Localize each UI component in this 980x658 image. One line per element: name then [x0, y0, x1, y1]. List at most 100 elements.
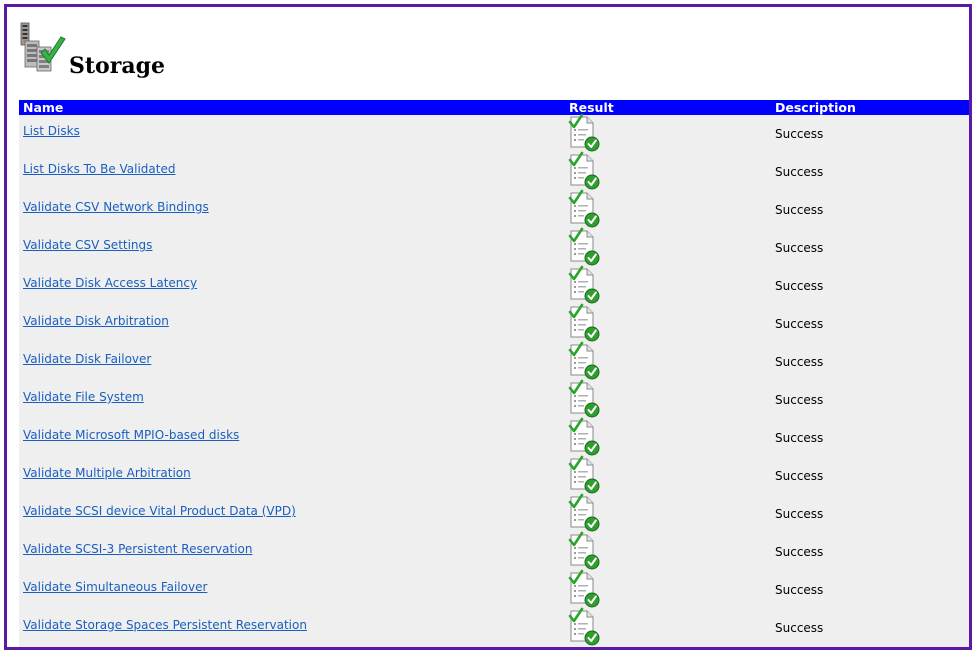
cell-description: Success — [771, 495, 969, 533]
table-row: Validate CSV Network Bindings Success — [19, 189, 969, 229]
success-report-icon — [565, 227, 605, 267]
test-name-link[interactable]: List Disks — [23, 124, 80, 138]
cell-result — [565, 265, 771, 305]
status-text: Success — [775, 545, 824, 559]
column-header-name: Name — [19, 100, 565, 115]
test-name-link[interactable]: Validate Disk Arbitration — [23, 314, 169, 328]
table-row: Validate Simultaneous Failover Success — [19, 569, 969, 609]
section-header: Storage — [19, 21, 419, 91]
cell-name: Validate CSV Network Bindings — [19, 191, 565, 229]
cell-name: Validate CSV Settings — [19, 229, 565, 267]
success-report-icon — [565, 531, 605, 571]
status-text: Success — [775, 317, 824, 331]
cell-description: Success — [771, 267, 969, 305]
success-report-icon — [565, 341, 605, 381]
table-row: Validate Disk Arbitration Success — [19, 303, 969, 343]
cell-name: Validate SCSI device Vital Product Data … — [19, 495, 565, 533]
status-text: Success — [775, 621, 824, 635]
test-name-link[interactable]: Validate CSV Settings — [23, 238, 152, 252]
test-name-link[interactable]: Validate Disk Access Latency — [23, 276, 197, 290]
cell-description: Success — [771, 533, 969, 571]
table-row: Validate CSV Settings Success — [19, 227, 969, 267]
test-name-link[interactable]: Validate SCSI-3 Persistent Reservation — [23, 542, 252, 556]
table-body: List Disks Success List Disks To Be Valida… — [19, 113, 969, 647]
table-row: Validate File System Success — [19, 379, 969, 419]
test-name-link[interactable]: Validate Multiple Arbitration — [23, 466, 191, 480]
success-report-icon — [565, 189, 605, 229]
success-report-icon — [565, 265, 605, 305]
cell-result — [565, 417, 771, 457]
page-title: Storage — [69, 53, 165, 79]
cell-name: List Disks — [19, 115, 565, 153]
column-header-description: Description — [771, 100, 969, 115]
status-text: Success — [775, 127, 824, 141]
cell-description: Success — [771, 457, 969, 495]
cell-result — [565, 341, 771, 381]
cell-name: Validate Storage Spaces Persistent Reser… — [19, 609, 565, 647]
test-name-link[interactable]: Validate SCSI device Vital Product Data … — [23, 504, 296, 518]
cell-description: Success — [771, 229, 969, 267]
test-name-link[interactable]: Validate Storage Spaces Persistent Reser… — [23, 618, 307, 632]
table-row: Validate Multiple Arbitration Success — [19, 455, 969, 495]
table-row: Validate Microsoft MPIO-based disks Succe… — [19, 417, 969, 457]
cell-description: Success — [771, 571, 969, 609]
test-name-link[interactable]: List Disks To Be Validated — [23, 162, 175, 176]
results-table: Name Result Description List Disks Succes… — [19, 100, 969, 647]
success-report-icon — [565, 455, 605, 495]
success-report-icon — [565, 113, 605, 153]
success-report-icon — [565, 493, 605, 533]
status-text: Success — [775, 431, 824, 445]
cell-name: Validate Disk Failover — [19, 343, 565, 381]
success-report-icon — [565, 379, 605, 419]
test-name-link[interactable]: Validate Simultaneous Failover — [23, 580, 207, 594]
cell-result — [565, 113, 771, 153]
cell-name: Validate Simultaneous Failover — [19, 571, 565, 609]
success-report-icon — [565, 417, 605, 457]
success-report-icon — [565, 607, 605, 647]
table-header-row: Name Result Description — [19, 100, 969, 115]
success-report-icon — [565, 303, 605, 343]
cell-name: Validate File System — [19, 381, 565, 419]
status-text: Success — [775, 165, 824, 179]
table-row: Validate Disk Access Latency Success — [19, 265, 969, 305]
cell-description: Success — [771, 419, 969, 457]
test-name-link[interactable]: Validate File System — [23, 390, 144, 404]
status-text: Success — [775, 279, 824, 293]
test-name-link[interactable]: Validate CSV Network Bindings — [23, 200, 209, 214]
cell-result — [565, 607, 771, 647]
cell-result — [565, 151, 771, 191]
cell-result — [565, 189, 771, 229]
success-report-icon — [565, 151, 605, 191]
cell-name: List Disks To Be Validated — [19, 153, 565, 191]
table-row: Validate Disk Failover Success — [19, 341, 969, 381]
cell-description: Success — [771, 305, 969, 343]
report-frame: Storage Name Result Description List Dis… — [4, 4, 972, 650]
test-name-link[interactable]: Validate Disk Failover — [23, 352, 151, 366]
cell-description: Success — [771, 153, 969, 191]
table-row: List Disks Success — [19, 113, 969, 153]
status-text: Success — [775, 469, 824, 483]
status-text: Success — [775, 393, 824, 407]
test-name-link[interactable]: Validate Microsoft MPIO-based disks — [23, 428, 239, 442]
cell-result — [565, 569, 771, 609]
cell-result — [565, 379, 771, 419]
table-row: List Disks To Be Validated Success — [19, 151, 969, 191]
status-text: Success — [775, 583, 824, 597]
status-text: Success — [775, 507, 824, 521]
cell-name: Validate Multiple Arbitration — [19, 457, 565, 495]
cell-description: Success — [771, 609, 969, 647]
cell-result — [565, 531, 771, 571]
cell-result — [565, 227, 771, 267]
cell-description: Success — [771, 115, 969, 153]
storage-server-check-icon — [20, 22, 66, 72]
cell-description: Success — [771, 381, 969, 419]
status-text: Success — [775, 355, 824, 369]
cell-description: Success — [771, 343, 969, 381]
cell-result — [565, 493, 771, 533]
cell-description: Success — [771, 191, 969, 229]
success-report-icon — [565, 569, 605, 609]
status-text: Success — [775, 241, 824, 255]
cell-result — [565, 303, 771, 343]
table-row: Validate SCSI device Vital Product Data … — [19, 493, 969, 533]
cell-name: Validate Disk Access Latency — [19, 267, 565, 305]
